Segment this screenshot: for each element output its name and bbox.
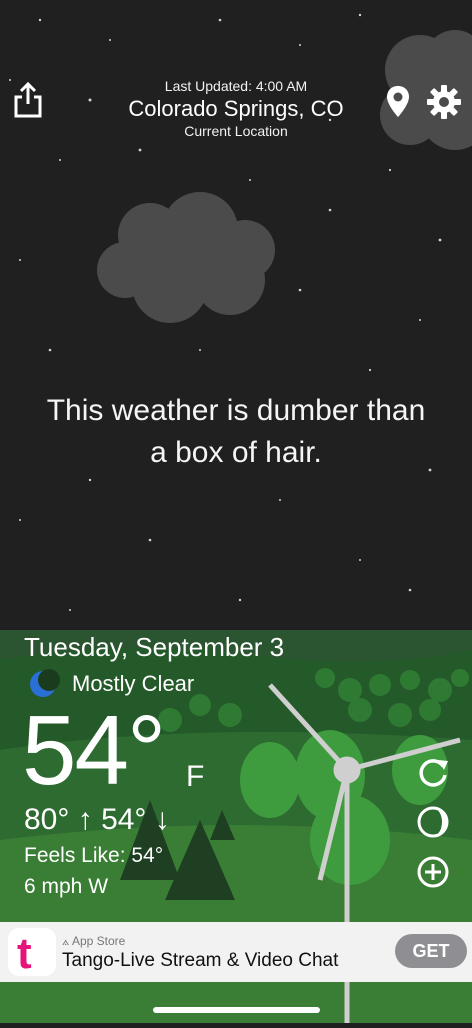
last-updated: Last Updated: 4:00 AM [164,78,308,94]
wind-speed: 6 mph W [24,875,109,898]
plus-circle-icon [417,856,449,888]
app-store-icon: ⟑ [62,934,70,948]
arrow-down-icon: ↓ [154,803,170,836]
refresh-icon [419,759,448,787]
quip-line-2: a box of hair. [150,436,322,469]
add-location-button[interactable] [416,855,450,889]
moon-phase-icon [417,806,449,838]
ad-banner[interactable]: t ⟑ App Store Tango-Live Stream & Video … [0,922,472,982]
gear-icon [427,85,461,119]
share-icon [14,81,42,118]
city-name[interactable]: Colorado Springs, CO [80,96,392,122]
moon-phase-button[interactable] [416,805,450,839]
location-button[interactable] [385,84,411,120]
home-indicator[interactable] [153,1007,320,1013]
get-button[interactable]: GET [395,934,467,968]
feels-like: Feels Like: 54° [24,844,164,867]
forecast-date: Tuesday, September 3 [24,632,285,662]
location-type: Current Location [184,123,288,139]
current-temperature: 54° [22,695,166,805]
settings-button[interactable] [426,84,462,120]
location-pin-icon [387,86,409,117]
share-button[interactable] [12,80,44,120]
arrow-up-icon: ↑ [77,803,93,836]
low-temperature: 54° [101,803,147,836]
quip-line-1: This weather is dumber than [46,394,426,427]
ad-app-name: Tango-Live Stream & Video Chat [62,950,339,971]
ad-store-row: ⟑ App Store [62,934,125,949]
svg-text:t: t [17,929,32,976]
refresh-button[interactable] [416,755,450,789]
high-low-row: 80° ↑ 54° ↓ [24,803,170,837]
tango-logo-icon: t [17,929,32,976]
ad-store-label: App Store [71,934,126,948]
tango-app-icon: t [8,928,56,976]
temperature-unit[interactable]: F [186,760,204,794]
condition-text: Mostly Clear [72,671,195,696]
weather-quip: This weather is dumber than a box of hai… [10,390,462,474]
high-temperature: 80° [24,803,70,836]
